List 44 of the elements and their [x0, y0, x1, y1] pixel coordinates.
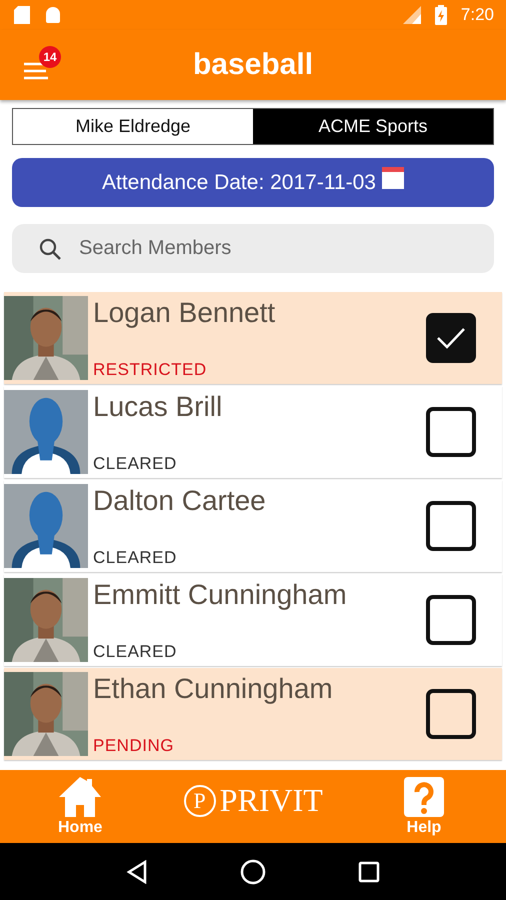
attendance-checkbox[interactable]	[426, 689, 476, 739]
help-icon	[404, 776, 444, 816]
clearance-status: PENDING	[93, 736, 175, 756]
attendance-date-button[interactable]: Attendance Date: 2017-11-03	[12, 158, 494, 207]
sd-card-icon	[14, 6, 30, 24]
attendance-checkbox[interactable]	[426, 407, 476, 457]
clearance-status: RESTRICTED	[93, 360, 208, 380]
member-name: Ethan Cunningham	[93, 673, 334, 705]
member-name: Logan Bennett	[93, 297, 276, 329]
attendance-checkbox[interactable]	[426, 313, 476, 363]
member-row[interactable]: Logan Bennett RESTRICTED	[4, 292, 502, 384]
home-button[interactable]	[240, 858, 266, 884]
clearance-status: CLEARED	[93, 642, 178, 662]
search-icon	[39, 238, 61, 260]
member-name: Emmitt Cunningham	[93, 579, 348, 611]
member-name: Dalton Cartee	[93, 485, 267, 517]
calendar-icon	[382, 166, 404, 188]
clock-time: 7:20	[460, 5, 494, 25]
back-button[interactable]	[126, 860, 148, 884]
android-icon	[44, 7, 62, 23]
member-row[interactable]: Dalton Cartee CLEARED	[4, 480, 502, 572]
search-field[interactable]: Search Members	[12, 224, 494, 273]
member-name: Lucas Brill	[93, 391, 224, 423]
check-icon	[436, 326, 466, 350]
member-row[interactable]: Ethan Cunningham PENDING	[4, 668, 502, 760]
clearance-status: CLEARED	[93, 548, 178, 568]
tab[interactable]: ACME Sports	[253, 109, 493, 144]
attendance-checkbox[interactable]	[426, 501, 476, 551]
page-title: baseball	[192, 48, 314, 82]
privit-logo: P PRIVIT	[184, 782, 323, 819]
member-row[interactable]: Emmitt Cunningham CLEARED	[4, 574, 502, 666]
menu-icon	[24, 62, 48, 80]
search-input[interactable]: Search Members	[77, 236, 494, 261]
recents-button[interactable]	[358, 860, 380, 882]
recents-icon	[358, 860, 380, 882]
back-icon	[126, 860, 148, 884]
member-row[interactable]: Lucas Brill CLEARED	[4, 386, 502, 478]
clearance-status: CLEARED	[93, 454, 178, 474]
home-circle-icon	[240, 858, 266, 884]
signal-icon	[400, 6, 421, 24]
home-icon	[59, 776, 102, 816]
notification-badge: 14	[39, 46, 61, 68]
battery-icon	[434, 5, 447, 25]
attendance-checkbox[interactable]	[426, 595, 476, 645]
